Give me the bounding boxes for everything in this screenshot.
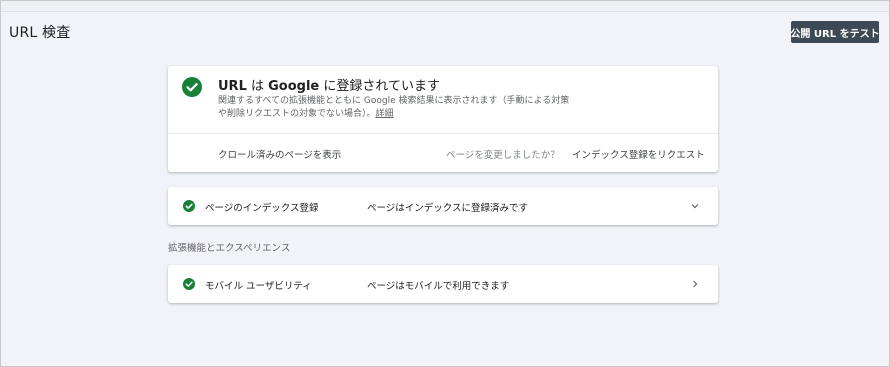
enhancements-heading: 拡張機能とエクスペリエンス <box>168 243 291 254</box>
mobile-usability-row[interactable]: モバイル ユーザビリティ ページはモバイルで利用できます <box>168 265 718 303</box>
card-divider <box>168 133 718 134</box>
view-crawled-page-link[interactable]: クロール済みのページを表示 <box>218 147 341 161</box>
status-title-url: URL <box>218 79 247 94</box>
check-circle-icon <box>182 77 202 97</box>
request-indexing-link[interactable]: インデックス登録をリクエスト <box>572 147 705 161</box>
mobile-usability-label: モバイル ユーザビリティ <box>205 281 312 292</box>
status-title-ha: は <box>246 79 269 94</box>
check-circle-icon <box>183 278 195 290</box>
status-title: URL は Google に登録されています <box>218 75 440 94</box>
test-live-url-button[interactable]: 公開 URL をテスト <box>790 21 880 43</box>
details-link[interactable]: 詳細 <box>376 109 394 119</box>
chevron-right-icon[interactable] <box>690 279 700 289</box>
check-circle-icon <box>183 200 195 212</box>
app-frame <box>1 1 889 366</box>
top-strip <box>1 1 889 12</box>
status-card: URL は Google に登録されています 関連するすべての拡張機能とともに … <box>168 66 718 172</box>
mobile-usability-value: ページはモバイルで利用できます <box>367 281 510 292</box>
page-title: URL 検査 <box>9 25 71 41</box>
chevron-down-icon[interactable] <box>690 201 700 211</box>
page-indexing-label: ページのインデックス登録 <box>205 203 319 214</box>
status-title-suffix: に登録されています <box>319 79 440 94</box>
status-description: 関連するすべての拡張機能とともに Google 検索結果に表示されます（手動によ… <box>218 95 578 121</box>
status-title-google: Google <box>268 79 320 94</box>
page-indexing-value: ページはインデックスに登録済みです <box>367 203 529 214</box>
page-indexing-row[interactable]: ページのインデックス登録 ページはインデックスに登録済みです <box>168 187 718 225</box>
page-changed-question: ページを変更しましたか？ <box>446 150 560 161</box>
